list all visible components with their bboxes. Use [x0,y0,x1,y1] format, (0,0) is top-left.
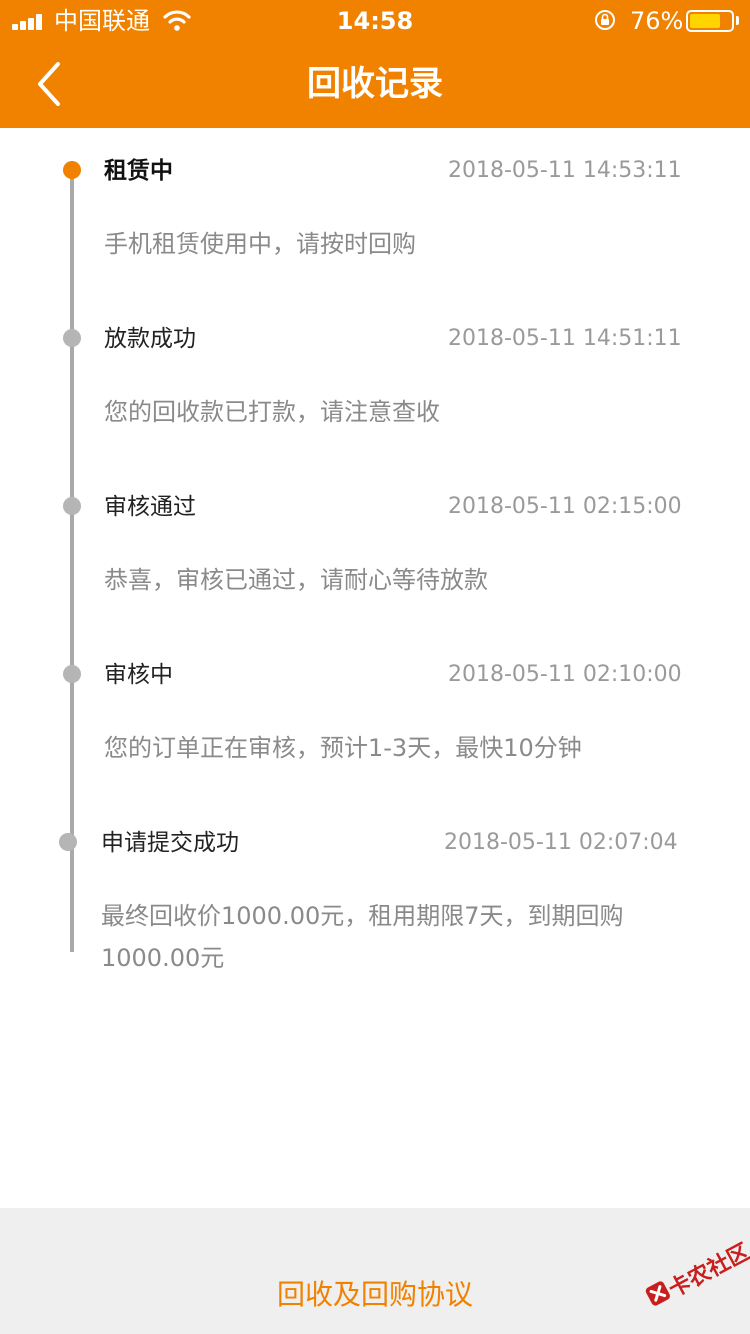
timeline-dot [63,665,81,683]
recycle-record-timeline: 租赁中 2018-05-11 14:53:11 手机租赁使用中，请按时回购 放款… [0,128,750,1208]
header: 中国联通 14:58 76% 回收记录 [0,0,750,128]
status-title: 放款成功 [104,326,196,352]
status-title: 审核中 [104,662,173,688]
status-description: 您的回收款已打款，请注意查收 [104,398,440,426]
rotation-lock-icon [595,10,615,30]
watermark-logo: 卡农社区 [633,1224,750,1334]
status-time: 2018-05-11 14:53:11 [448,158,682,183]
timeline-dot [59,833,77,851]
battery-level-fill [690,14,720,28]
status-description: 手机租赁使用中，请按时回购 [104,230,416,258]
status-description: 恭喜，审核已通过，请耐心等待放款 [104,566,488,594]
status-title: 审核通过 [104,494,196,520]
status-time: 2018-05-11 02:07:04 [444,830,678,855]
page-title: 回收记录 [307,64,443,104]
status-bar: 中国联通 14:58 76% [0,0,750,42]
timeline-dot [63,497,81,515]
battery-tip [736,16,739,25]
status-time: 2018-05-11 02:10:00 [448,662,682,687]
status-time: 2018-05-11 14:51:11 [448,326,682,351]
status-description: 您的订单正在审核，预计1-3天，最快10分钟 [104,734,582,762]
navigation-bar: 回收记录 [0,42,750,128]
bottom-bar: 回收及回购协议 卡农社区 [0,1208,750,1334]
status-description: 最终回收价1000.00元，租用期限7天，到期回购1000.00元 [101,902,624,972]
timeline-dot [63,329,81,347]
battery-icon [686,10,734,32]
battery-percentage: 76% [630,7,684,35]
status-title: 租赁中 [104,158,173,184]
status-title: 申请提交成功 [101,830,239,856]
timeline-dot-active [63,161,81,179]
app-screen: 中国联通 14:58 76% 回收记录 租赁中 2018-05-11 14:53… [0,0,750,1334]
status-time: 2018-05-11 02:15:00 [448,494,682,519]
watermark-text: 卡农社区 [664,1239,750,1303]
